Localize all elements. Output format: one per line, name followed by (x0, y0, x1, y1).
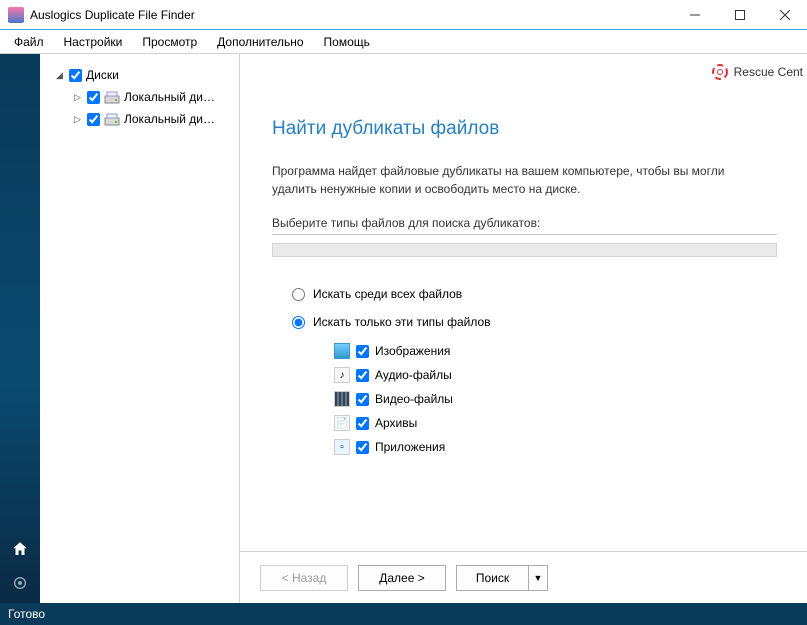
radio-all-input[interactable] (292, 288, 305, 301)
type-row-video: Видео-файлы (334, 391, 777, 407)
type-images-label: Изображения (375, 344, 450, 358)
type-apps-checkbox[interactable] (356, 441, 369, 454)
menubar: Файл Настройки Просмотр Дополнительно По… (0, 30, 807, 54)
radio-all-label: Искать среди всех файлов (313, 287, 462, 301)
next-button[interactable]: Далее > (358, 565, 446, 591)
image-icon (334, 343, 350, 359)
search-mode-group: Искать среди всех файлов Искать только э… (292, 287, 777, 455)
tree-item[interactable]: ▷ Локальный ди… (46, 86, 233, 108)
tree-item[interactable]: ▷ Локальный ди… (46, 108, 233, 130)
page-heading: Найти дубликаты файлов (272, 118, 777, 140)
menu-help[interactable]: Помощь (314, 32, 380, 52)
type-apps-label: Приложения (375, 440, 445, 454)
type-video-label: Видео-файлы (375, 392, 453, 406)
content: ◢ Диски ▷ Локальный ди… ▷ Локальный ди… … (0, 54, 807, 603)
wizard-page: Найти дубликаты файлов Программа найдет … (240, 54, 807, 455)
tree-root-label: Диски (86, 68, 119, 82)
left-rail (0, 54, 40, 603)
status-text: Готово (8, 607, 45, 621)
expand-icon[interactable]: ▷ (72, 92, 83, 103)
tree-root[interactable]: ◢ Диски (46, 64, 233, 86)
tree-item-checkbox[interactable] (87, 113, 100, 126)
tree-root-checkbox[interactable] (69, 69, 82, 82)
radio-all-files[interactable]: Искать среди всех файлов (292, 287, 777, 301)
app-icon (8, 7, 24, 23)
menu-settings[interactable]: Настройки (54, 32, 133, 52)
type-audio-label: Аудио-файлы (375, 368, 452, 382)
tree-item-checkbox[interactable] (87, 91, 100, 104)
wizard-buttons: < Назад Далее > Поиск ▼ (240, 551, 807, 603)
progress-bar (272, 243, 777, 257)
search-button[interactable]: Поиск (456, 565, 528, 591)
statusbar: Готово (0, 603, 807, 625)
radio-types-input[interactable] (292, 316, 305, 329)
divider (272, 234, 777, 235)
collapse-icon[interactable]: ◢ (54, 70, 65, 81)
menu-view[interactable]: Просмотр (132, 32, 207, 52)
type-row-images: Изображения (334, 343, 777, 359)
drive-tree: ◢ Диски ▷ Локальный ди… ▷ Локальный ди… (40, 54, 240, 603)
window-title: Auslogics Duplicate File Finder (30, 8, 672, 22)
file-types-list: Изображения ♪ Аудио-файлы Видео-файлы 📄 (334, 343, 777, 455)
video-icon (334, 391, 350, 407)
archive-icon: 📄 (334, 415, 350, 431)
window-controls (672, 0, 807, 30)
type-row-audio: ♪ Аудио-файлы (334, 367, 777, 383)
menu-file[interactable]: Файл (4, 32, 54, 52)
type-archives-label: Архивы (375, 416, 417, 430)
home-icon[interactable] (8, 537, 32, 561)
type-images-checkbox[interactable] (356, 345, 369, 358)
type-audio-checkbox[interactable] (356, 369, 369, 382)
type-row-archives: 📄 Архивы (334, 415, 777, 431)
maximize-button[interactable] (717, 0, 762, 30)
section-label: Выберите типы файлов для поиска дубликат… (272, 216, 777, 230)
tree-item-label: Локальный ди… (124, 90, 215, 104)
app-icon: ▫ (334, 439, 350, 455)
search-button-split: Поиск ▼ (456, 565, 548, 591)
close-button[interactable] (762, 0, 807, 30)
back-button: < Назад (260, 565, 348, 591)
expand-icon[interactable]: ▷ (72, 114, 83, 125)
minimize-button[interactable] (672, 0, 717, 30)
rescue-icon (712, 64, 728, 80)
tree-item-label: Локальный ди… (124, 112, 215, 126)
page-description: Программа найдет файловые дубликаты на в… (272, 162, 772, 198)
drive-icon (104, 111, 120, 127)
type-archives-checkbox[interactable] (356, 417, 369, 430)
drive-icon (104, 89, 120, 105)
rescue-label: Rescue Cent (734, 65, 803, 79)
type-row-apps: ▫ Приложения (334, 439, 777, 455)
titlebar: Auslogics Duplicate File Finder (0, 0, 807, 30)
audio-icon: ♪ (334, 367, 350, 383)
rescue-center-link[interactable]: Rescue Cent (712, 64, 807, 80)
radio-types-label: Искать только эти типы файлов (313, 315, 491, 329)
type-video-checkbox[interactable] (356, 393, 369, 406)
search-dropdown[interactable]: ▼ (528, 565, 548, 591)
main-panel: Rescue Cent Найти дубликаты файлов Прогр… (240, 54, 807, 603)
settings-icon[interactable] (8, 571, 32, 595)
radio-these-types[interactable]: Искать только эти типы файлов (292, 315, 777, 329)
menu-extra[interactable]: Дополнительно (207, 32, 313, 52)
